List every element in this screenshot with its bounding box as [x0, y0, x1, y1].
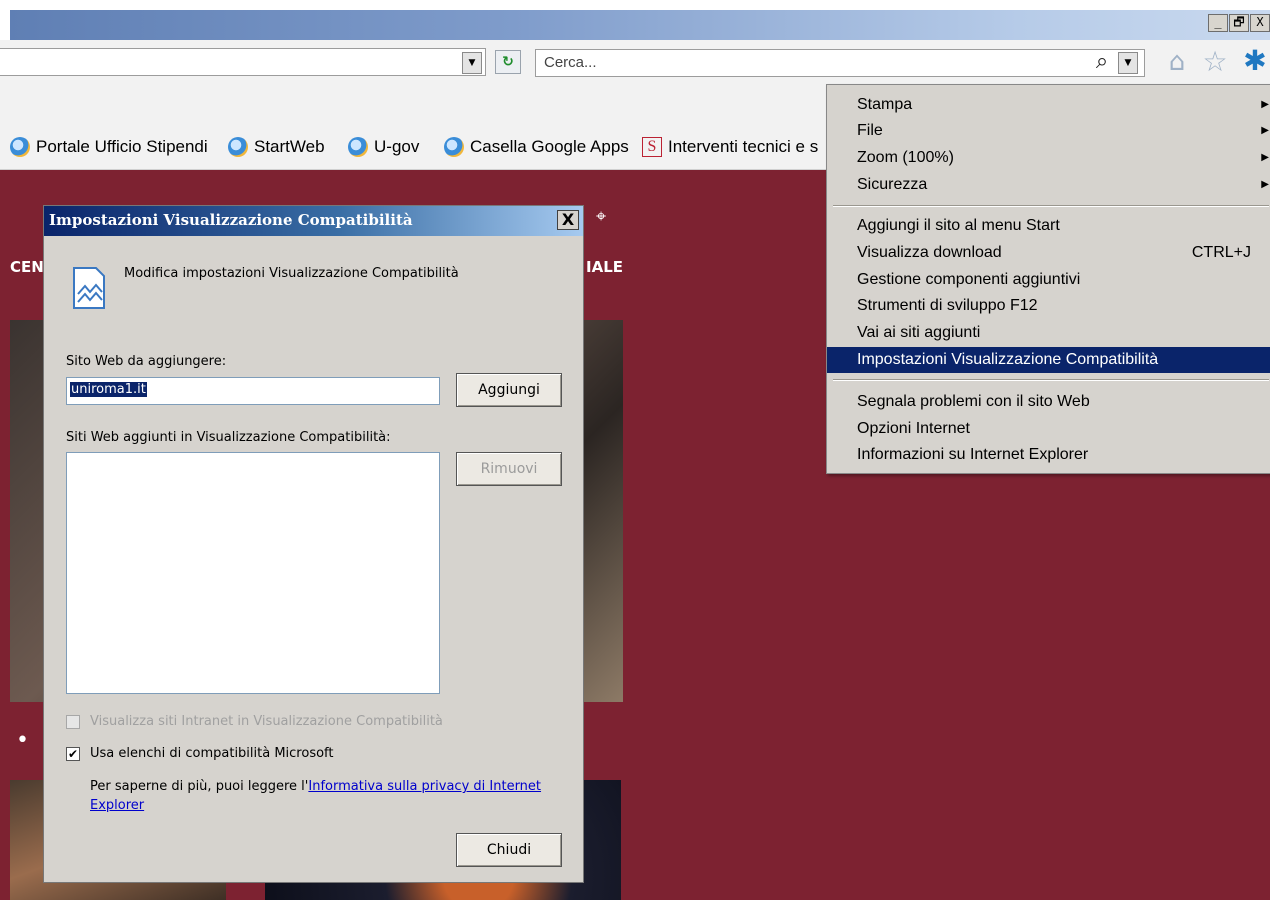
- menu-item-label: File: [857, 122, 883, 139]
- chevron-down-icon: ▼: [468, 58, 476, 68]
- favorite-interventi-tecnici[interactable]: S Interventi tecnici e s: [642, 133, 818, 161]
- menu-item-manage-addons[interactable]: Gestione componenti aggiuntivi: [827, 267, 1270, 293]
- menu-item-label: Segnala problemi con il sito Web: [857, 393, 1090, 410]
- menu-item-label: Sicurezza: [857, 176, 928, 193]
- submenu-arrow-icon: ▶: [1261, 125, 1269, 136]
- menu-item-shortcut: CTRL+J: [1191, 244, 1251, 261]
- menu-item-label: Impostazioni Visualizzazione Compatibili…: [857, 351, 1159, 368]
- favorite-label: Casella Google Apps: [470, 137, 629, 156]
- menu-item-compatibility-view-settings[interactable]: Impostazioni Visualizzazione Compatibili…: [827, 347, 1270, 373]
- favorite-u-gov[interactable]: U-gov: [348, 133, 419, 161]
- added-sites-list[interactable]: [66, 452, 440, 694]
- dialog-close-button[interactable]: X: [557, 210, 579, 230]
- refresh-button[interactable]: ↻: [495, 50, 521, 74]
- menu-item-label: Opzioni Internet: [857, 420, 970, 437]
- intranet-checkbox[interactable]: [66, 715, 80, 729]
- tools-menu: Stampa ▶ File ▶ Zoom (100%) ▶ Sicurezza …: [826, 84, 1270, 474]
- internet-explorer-icon: [10, 137, 30, 157]
- menu-item-label: Informazioni su Internet Explorer: [857, 446, 1089, 463]
- menu-item-label: Strumenti di sviluppo F12: [857, 297, 1038, 314]
- dialog-title: Impostazioni Visualizzazione Compatibili…: [49, 211, 413, 229]
- address-field[interactable]: [0, 48, 486, 76]
- menu-separator: [833, 379, 1269, 381]
- minimize-button[interactable]: _: [1208, 14, 1228, 32]
- s-site-icon: S: [642, 137, 662, 157]
- menu-separator: [833, 205, 1269, 207]
- search-icon[interactable]: ⌕: [1090, 50, 1114, 74]
- restore-button[interactable]: 🗗: [1229, 14, 1249, 32]
- favorite-label: Portale Ufficio Stipendi: [36, 137, 208, 156]
- menu-item-label: Aggiungi il sito al menu Start: [857, 217, 1060, 234]
- privacy-link-continued[interactable]: Explorer: [90, 798, 144, 813]
- favorite-label: U-gov: [374, 137, 420, 156]
- favorites-star-icon[interactable]: ☆: [1200, 48, 1230, 76]
- home-icon[interactable]: ⌂: [1164, 48, 1190, 76]
- menu-item-stampa[interactable]: Stampa ▶: [827, 92, 1270, 118]
- menu-item-sicurezza[interactable]: Sicurezza ▶: [827, 172, 1270, 198]
- menu-item-f12-tools[interactable]: Strumenti di sviluppo F12: [827, 293, 1270, 319]
- menu-item-label: Stampa: [857, 96, 913, 113]
- favorite-label: Interventi tecnici e s: [668, 137, 819, 156]
- window-title-bar: _ 🗗 X: [0, 0, 1270, 40]
- menu-item-view-downloads[interactable]: Visualizza download CTRL+J: [827, 240, 1270, 266]
- chevron-down-icon: ▼: [1124, 58, 1132, 68]
- privacy-link[interactable]: Informativa sulla privacy di Internet: [308, 779, 541, 794]
- menu-item-label: Visualizza download: [857, 244, 1002, 261]
- check-mark-icon: ✔: [67, 747, 79, 761]
- menu-item-file[interactable]: File ▶: [827, 118, 1270, 144]
- dialog-title-bar: Impostazioni Visualizzazione Compatibili…: [44, 206, 583, 236]
- internet-explorer-icon: [228, 137, 248, 157]
- search-input[interactable]: Cerca...: [535, 49, 1145, 77]
- add-site-label: Sito Web da aggiungere:: [66, 354, 227, 369]
- refresh-icon: ↻: [502, 54, 514, 70]
- favorite-portale-ufficio-stipendi[interactable]: Portale Ufficio Stipendi: [10, 133, 208, 161]
- location-pin-icon[interactable]: ⌖: [596, 206, 606, 227]
- window-close-button[interactable]: X: [1250, 14, 1270, 32]
- search-dropdown-button[interactable]: ▼: [1118, 52, 1138, 74]
- submenu-arrow-icon: ▶: [1261, 99, 1269, 110]
- menu-item-internet-options[interactable]: Opzioni Internet: [827, 416, 1270, 442]
- internet-explorer-icon: [444, 137, 464, 157]
- internet-explorer-icon: [348, 137, 368, 157]
- favorite-casella-google-apps[interactable]: Casella Google Apps: [444, 133, 629, 161]
- submenu-arrow-icon: ▶: [1261, 152, 1269, 163]
- title-bar-gradient: [10, 10, 1270, 40]
- remove-button[interactable]: Rimuovi: [456, 452, 562, 486]
- microsoft-lists-checkbox[interactable]: ✔: [66, 747, 80, 761]
- privacy-note: Per saperne di più, puoi leggere l'Infor…: [90, 777, 580, 815]
- menu-item-label: Zoom (100%): [857, 149, 954, 166]
- menu-item-about-ie[interactable]: Informazioni su Internet Explorer: [827, 442, 1270, 468]
- address-dropdown-button[interactable]: ▼: [462, 52, 482, 74]
- submenu-arrow-icon: ▶: [1261, 179, 1269, 190]
- favorite-label: StartWeb: [254, 137, 325, 156]
- menu-item-label: Gestione componenti aggiuntivi: [857, 271, 1081, 288]
- privacy-note-prefix: Per saperne di più, puoi leggere l': [90, 779, 309, 794]
- menu-item-pinned-sites[interactable]: Vai ai siti aggiunti: [827, 320, 1270, 346]
- gear-icon[interactable]: ✱: [1240, 46, 1270, 76]
- site-to-add-input[interactable]: uniroma1.it: [66, 377, 440, 405]
- menu-item-report-problems[interactable]: Segnala problemi con il sito Web: [827, 389, 1270, 415]
- menu-item-label: Vai ai siti aggiunti: [857, 324, 981, 341]
- site-to-add-value: uniroma1.it: [70, 382, 147, 397]
- microsoft-lists-checkbox-label: Usa elenchi di compatibilità Microsoft: [90, 746, 334, 761]
- site-menu-item-partial[interactable]: IALE: [586, 258, 623, 276]
- close-dialog-button[interactable]: Chiudi: [456, 833, 562, 867]
- compatibility-page-icon: [73, 267, 105, 309]
- menu-item-add-to-start[interactable]: Aggiungi il sito al menu Start: [827, 213, 1270, 239]
- added-sites-label: Siti Web aggiunti in Visualizzazione Com…: [66, 430, 391, 445]
- compatibility-view-dialog: Impostazioni Visualizzazione Compatibili…: [43, 205, 584, 883]
- menu-item-zoom[interactable]: Zoom (100%) ▶: [827, 145, 1270, 171]
- add-button[interactable]: Aggiungi: [456, 373, 562, 407]
- intranet-checkbox-label: Visualizza siti Intranet in Visualizzazi…: [90, 714, 443, 729]
- favorite-startweb[interactable]: StartWeb: [228, 133, 325, 161]
- dialog-heading: Modifica impostazioni Visualizzazione Co…: [124, 266, 459, 281]
